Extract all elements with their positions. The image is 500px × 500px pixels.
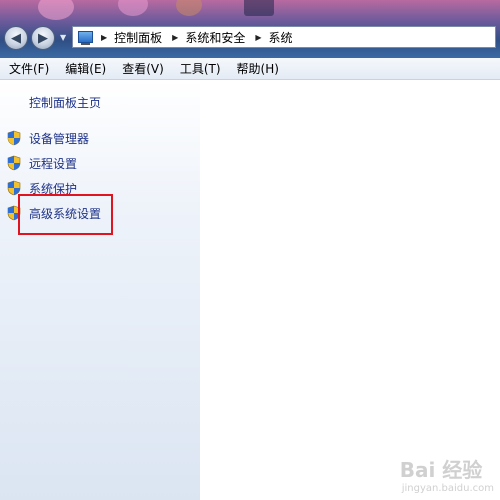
wallpaper-decoration — [176, 0, 202, 16]
breadcrumb-system-security[interactable]: 系统和安全 — [185, 29, 245, 46]
wallpaper-decoration — [118, 0, 148, 16]
recent-pages-dropdown[interactable]: ▼ — [60, 34, 68, 42]
control-panel-icon — [78, 31, 93, 45]
back-button[interactable]: ◀ — [4, 26, 28, 50]
task-remote-settings[interactable]: 远程设置 — [6, 154, 77, 172]
breadcrumb-control-panel[interactable]: 控制面板 — [114, 29, 162, 46]
menu-tools[interactable]: 工具(T) — [171, 60, 228, 77]
breadcrumb-separator-icon[interactable]: ▶ — [101, 33, 107, 42]
shield-icon — [7, 130, 21, 146]
menu-help[interactable]: 帮助(H) — [228, 60, 286, 77]
task-pane: 控制面板主页 设备管理器 远程设置 系统保护 高级系统设置 — [0, 80, 200, 500]
main-content: Bai 经验 jingyan.baidu.com — [200, 80, 500, 500]
breadcrumb-separator-icon[interactable]: ▶ — [172, 33, 178, 42]
menu-file[interactable]: 文件(F) — [0, 60, 56, 77]
task-label: 远程设置 — [29, 156, 78, 171]
control-panel-home-link[interactable]: 控制面板主页 — [29, 94, 101, 111]
task-label: 设备管理器 — [29, 131, 90, 146]
address-bar[interactable]: ▶ 控制面板 ▶ 系统和安全 ▶ 系统 — [72, 26, 496, 48]
watermark-text: Bai 经验 — [399, 458, 483, 482]
back-arrow-icon: ◀ — [11, 30, 21, 46]
breadcrumb-system[interactable]: 系统 — [269, 29, 293, 46]
menu-bar: 文件(F) 编辑(E) 查看(V) 工具(T) 帮助(H) — [0, 58, 500, 80]
watermark-subtext: jingyan.baidu.com — [401, 483, 494, 494]
chevron-down-icon: ▼ — [60, 33, 67, 42]
forward-button[interactable]: ▶ — [31, 26, 55, 50]
menu-edit[interactable]: 编辑(E) — [56, 60, 113, 77]
breadcrumb-separator-icon[interactable]: ▶ — [255, 33, 261, 42]
wallpaper-decoration — [38, 0, 74, 20]
wallpaper-decoration — [244, 0, 274, 16]
shield-icon — [7, 155, 21, 171]
watermark: Bai 经验 jingyan.baidu.com — [400, 454, 494, 494]
forward-arrow-icon: ▶ — [38, 30, 48, 46]
menu-view[interactable]: 查看(V) — [113, 60, 171, 77]
task-device-manager[interactable]: 设备管理器 — [6, 129, 89, 147]
navigation-bar: ◀ ▶ ▼ ▶ 控制面板 ▶ 系统和安全 ▶ 系统 — [0, 0, 500, 58]
highlight-annotation — [18, 194, 113, 235]
